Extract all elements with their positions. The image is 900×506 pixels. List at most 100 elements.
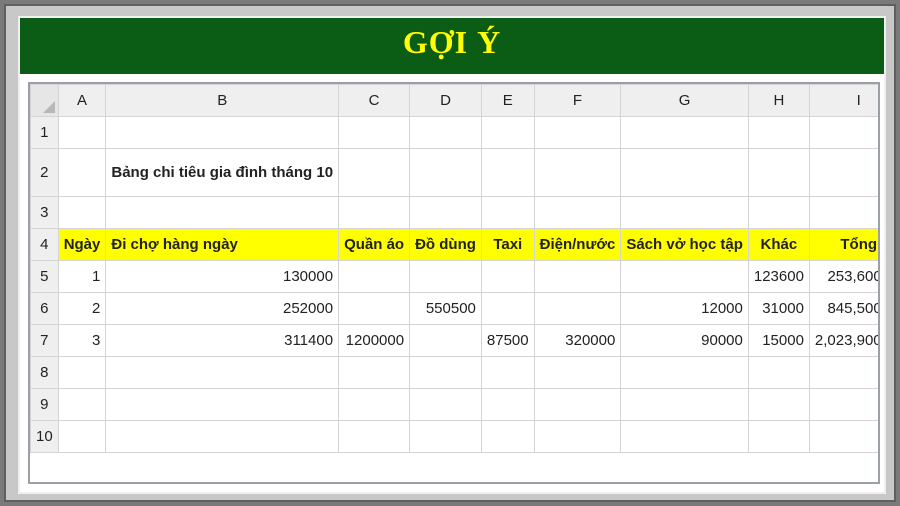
column-header-i[interactable]: I (808, 84, 878, 117)
cell[interactable]: 12000 (620, 292, 749, 325)
cell[interactable] (808, 420, 878, 453)
cell[interactable]: 550500 (409, 292, 482, 325)
cell[interactable] (480, 292, 535, 325)
cell[interactable] (533, 116, 622, 149)
header-cell-khac[interactable]: Khác (747, 228, 810, 261)
cell[interactable]: 90000 (620, 324, 749, 357)
cell[interactable] (620, 196, 749, 229)
cell[interactable] (480, 356, 535, 389)
cell[interactable]: 252000 (105, 292, 340, 325)
cell[interactable] (338, 116, 411, 149)
cell[interactable] (808, 388, 878, 421)
cell[interactable] (57, 356, 107, 389)
cell[interactable]: 130000 (105, 260, 340, 293)
cell[interactable] (480, 420, 535, 453)
header-cell-di-cho[interactable]: Đi chợ hàng ngày (105, 228, 340, 261)
cell[interactable] (533, 420, 622, 453)
cell[interactable] (620, 388, 749, 421)
cell[interactable] (338, 196, 411, 229)
cell[interactable] (620, 356, 749, 389)
cell[interactable] (620, 260, 749, 293)
cell[interactable] (747, 196, 810, 229)
column-header-h[interactable]: H (747, 84, 810, 117)
cell[interactable] (409, 196, 482, 229)
row-header-9[interactable]: 9 (30, 388, 59, 421)
cell[interactable]: 253,600.00 (808, 260, 878, 293)
header-cell-sach-vo[interactable]: Sách vở học tập (620, 228, 749, 261)
cell[interactable]: 1 (57, 260, 107, 293)
cell[interactable] (57, 420, 107, 453)
header-cell-tong[interactable]: Tổng (808, 228, 878, 261)
cell[interactable] (747, 420, 810, 453)
cell[interactable] (480, 196, 535, 229)
cell[interactable] (409, 388, 482, 421)
cell[interactable] (409, 116, 482, 149)
row-header-7[interactable]: 7 (30, 324, 59, 357)
column-header-b[interactable]: B (105, 84, 340, 117)
row-header-1[interactable]: 1 (30, 116, 59, 149)
row-header-4[interactable]: 4 (30, 228, 59, 261)
column-header-e[interactable]: E (480, 84, 535, 117)
cell[interactable] (808, 148, 878, 197)
cell[interactable] (808, 196, 878, 229)
header-cell-dien-nuoc[interactable]: Điện/nước (533, 228, 622, 261)
cell[interactable]: 845,500.00 (808, 292, 878, 325)
select-all-corner[interactable] (30, 84, 59, 117)
cell[interactable] (338, 356, 411, 389)
cell[interactable]: 311400 (105, 324, 340, 357)
cell[interactable] (808, 116, 878, 149)
cell[interactable] (338, 148, 411, 197)
header-cell-ngay[interactable]: Ngày (57, 228, 107, 261)
row-header-2[interactable]: 2 (30, 148, 59, 197)
cell[interactable] (533, 292, 622, 325)
cell[interactable] (747, 388, 810, 421)
row-header-3[interactable]: 3 (30, 196, 59, 229)
cell[interactable] (105, 388, 340, 421)
column-header-d[interactable]: D (409, 84, 482, 117)
row-header-8[interactable]: 8 (30, 356, 59, 389)
cell[interactable] (409, 356, 482, 389)
row-header-5[interactable]: 5 (30, 260, 59, 293)
cell[interactable]: 123600 (747, 260, 810, 293)
sheet-title-cell[interactable]: Bảng chi tiêu gia đình tháng 10 (105, 148, 340, 197)
cell[interactable] (747, 356, 810, 389)
cell[interactable] (480, 260, 535, 293)
cell[interactable]: 87500 (480, 324, 535, 357)
cell[interactable] (409, 148, 482, 197)
cell[interactable]: 320000 (533, 324, 622, 357)
cell[interactable] (338, 260, 411, 293)
header-cell-do-dung[interactable]: Đồ dùng (409, 228, 482, 261)
cell[interactable] (480, 148, 535, 197)
column-header-f[interactable]: F (533, 84, 622, 117)
cell[interactable] (338, 292, 411, 325)
cell[interactable] (533, 148, 622, 197)
cell[interactable] (620, 116, 749, 149)
cell[interactable]: 2 (57, 292, 107, 325)
header-cell-taxi[interactable]: Taxi (480, 228, 535, 261)
cell[interactable] (105, 356, 340, 389)
cell[interactable] (338, 388, 411, 421)
header-cell-quan-ao[interactable]: Quần áo (338, 228, 411, 261)
cell[interactable] (480, 116, 535, 149)
cell[interactable] (338, 420, 411, 453)
cell[interactable] (409, 260, 482, 293)
cell[interactable] (409, 324, 482, 357)
cell[interactable] (533, 260, 622, 293)
row-header-6[interactable]: 6 (30, 292, 59, 325)
cell[interactable]: 2,023,900.00 (808, 324, 878, 357)
row-header-10[interactable]: 10 (30, 420, 59, 453)
cell[interactable] (533, 356, 622, 389)
cell[interactable] (57, 148, 107, 197)
cell[interactable] (620, 148, 749, 197)
cell[interactable]: 31000 (747, 292, 810, 325)
cell[interactable]: 15000 (747, 324, 810, 357)
column-header-g[interactable]: G (620, 84, 749, 117)
cell[interactable] (105, 116, 340, 149)
cell[interactable] (57, 196, 107, 229)
cell[interactable] (620, 420, 749, 453)
cell[interactable] (533, 388, 622, 421)
column-header-a[interactable]: A (57, 84, 107, 117)
cell[interactable] (747, 116, 810, 149)
cell[interactable] (533, 196, 622, 229)
cell[interactable] (57, 116, 107, 149)
